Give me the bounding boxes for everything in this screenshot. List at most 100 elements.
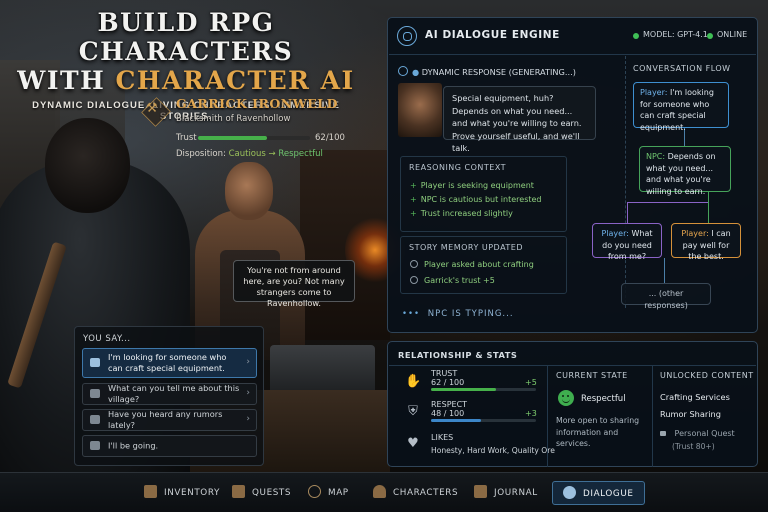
speech-bubble-icon [90, 358, 100, 367]
shield-icon: ⛨ [408, 404, 418, 419]
conversation-flow-title: CONVERSATION FLOW [633, 64, 731, 73]
flow-node-speaker: Player: [640, 88, 668, 97]
memory-item-text: Garrick's trust +5 [424, 276, 495, 285]
flow-node-npc[interactable]: NPC: Depends on what you need... and wha… [639, 146, 731, 196]
unlocked-content-title: UNLOCKED CONTENT [660, 371, 754, 380]
character-card: ⚒ GARRICK IRONWELD Blacksmith of Ravenho… [138, 92, 345, 164]
speech-bubble-icon [90, 415, 100, 424]
trust-stat-value: 62 / 100 [431, 378, 465, 387]
respect-stat-value: 48 / 100 [431, 409, 465, 418]
chevron-right-icon: › [246, 414, 250, 424]
respect-stat-delta: +3 [525, 409, 537, 418]
blacksmith-head [225, 162, 273, 220]
ai-dialogue-engine-panel: AI DIALOGUE ENGINE MODEL: GPT-4.1 ONLINE… [387, 17, 758, 333]
people-icon [373, 485, 386, 498]
dialogue-option[interactable]: Have you heard any rumors lately? › [82, 409, 257, 431]
model-status-dot [633, 33, 639, 39]
nav-inventory[interactable]: INVENTORY [144, 481, 220, 505]
nav-label: MAP [328, 488, 349, 498]
nav-map[interactable]: MAP [308, 481, 349, 505]
trust-bar [198, 136, 310, 140]
nav-dialogue[interactable]: DIALOGUE [552, 481, 645, 505]
column-divider [547, 365, 548, 467]
nav-characters[interactable]: CHARACTERS [373, 481, 458, 505]
lock-icon [660, 431, 666, 436]
handshake-icon: ✋ [405, 374, 422, 389]
divider [389, 365, 756, 366]
dialogue-option[interactable]: What can you tell me about this village?… [82, 383, 257, 405]
reasoning-item-text: Player is seeking equipment [420, 181, 534, 190]
compass-icon [308, 485, 321, 498]
disposition: Disposition: Cautious → Respectful [176, 149, 323, 159]
dynamic-response-text: DYNAMIC RESPONSE (GENERATING...) [421, 67, 576, 77]
npc-response-bubble: Special equipment, huh? Depends on what … [443, 86, 596, 153]
bottom-navigation: INVENTORY QUESTS MAP CHARACTERS JOURNAL … [0, 472, 768, 512]
flow-node-speaker: Player: [601, 229, 629, 238]
flow-connector [708, 192, 709, 223]
nav-label: DIALOGUE [583, 489, 634, 499]
nav-journal[interactable]: JOURNAL [474, 481, 538, 505]
flow-node-player[interactable]: Player: I'm looking for someone who can … [633, 82, 729, 132]
journal-icon [474, 485, 487, 498]
gear-icon [398, 66, 408, 76]
dialogue-option[interactable]: I'll be going. [82, 435, 257, 457]
nav-label: INVENTORY [164, 488, 220, 498]
flow-node-player-option[interactable]: Player: What do you need from me? [592, 223, 662, 261]
relationship-title: RELATIONSHIP & STATS [398, 350, 518, 360]
nav-label: CHARACTERS [393, 488, 459, 498]
trust-value: 62/100 [315, 133, 345, 143]
current-state-title: CURRENT STATE [556, 371, 628, 380]
respect-stat-name: RESPECT [431, 400, 468, 409]
flow-node-speaker: Player: [681, 229, 709, 238]
dialogue-options-panel: YOU SAY... I'm looking for someone who c… [74, 326, 264, 466]
npc-portrait [398, 83, 442, 137]
plus-icon: + [410, 181, 417, 190]
reasoning-item: + NPC is cautious but interested [410, 195, 542, 204]
nav-label: QUESTS [252, 488, 292, 498]
story-memory-box: STORY MEMORY UPDATED Player asked about … [400, 236, 567, 294]
flow-node-player-option[interactable]: Player: I can pay well for the best. [671, 223, 741, 261]
flow-node-other-responses[interactable]: ... (other responses) [621, 283, 711, 310]
dynamic-response-label: ● DYNAMIC RESPONSE (GENERATING...) [412, 67, 576, 77]
dialogue-options-title: YOU SAY... [83, 334, 131, 344]
plus-icon: + [410, 195, 417, 204]
hammer-icon: ⚒ [146, 101, 158, 116]
typing-dots: ••• [402, 309, 421, 319]
plus-icon: + [410, 209, 417, 218]
model-label: MODEL: GPT-4.1 [643, 30, 708, 39]
memory-item-text: Player asked about crafting [424, 260, 534, 269]
column-divider [652, 365, 653, 467]
respect-stat-fill [431, 419, 482, 422]
current-state-description: More open to sharing information and ser… [556, 416, 640, 448]
reasoning-item: + Trust increased slightly [410, 209, 513, 218]
npc-typing-indicator: ••• NPC IS TYPING... [402, 309, 514, 319]
heart-icon: ♥ [407, 436, 419, 451]
trust-bar-fill [198, 136, 268, 140]
ai-panel-title: AI DIALOGUE ENGINE [425, 29, 560, 41]
title-with: WITH [17, 66, 106, 95]
typing-text: NPC IS TYPING... [427, 309, 514, 319]
player-character-head [45, 118, 130, 213]
brain-icon [397, 26, 417, 46]
character-name: GARRICK IRONWELD [176, 96, 338, 111]
divider [389, 54, 756, 55]
unlocked-item[interactable]: Rumor Sharing [660, 409, 721, 419]
reasoning-item-text: Trust increased slightly [420, 209, 513, 218]
dialogue-option[interactable]: I'm looking for someone who can craft sp… [82, 348, 257, 378]
locked-item-requirement: (Trust 80+) [672, 442, 715, 451]
trust-stat-bar [431, 388, 536, 391]
online-label: ONLINE [717, 30, 748, 39]
dialogue-option-text: I'll be going. [108, 440, 159, 451]
nav-quests[interactable]: QUESTS [232, 481, 291, 505]
locked-item: Personal Quest [660, 429, 735, 438]
memory-item: Player asked about crafting [410, 260, 534, 269]
reasoning-context-box: REASONING CONTEXT + Player is seeking equ… [400, 156, 567, 232]
character-role: Blacksmith of Ravenhollow [176, 114, 291, 124]
unlocked-item[interactable]: Crafting Services [660, 392, 730, 402]
speech-bubble-icon [90, 389, 100, 398]
dialogue-option-text: Have you heard any rumors lately? [108, 409, 223, 430]
disposition-to: Respectful [278, 149, 323, 159]
likes-name: LIKES [431, 433, 454, 442]
status-dot-icon: ● [412, 67, 420, 77]
relationship-stats-panel: RELATIONSHIP & STATS ✋ TRUST 62 / 100 +5… [387, 341, 758, 467]
